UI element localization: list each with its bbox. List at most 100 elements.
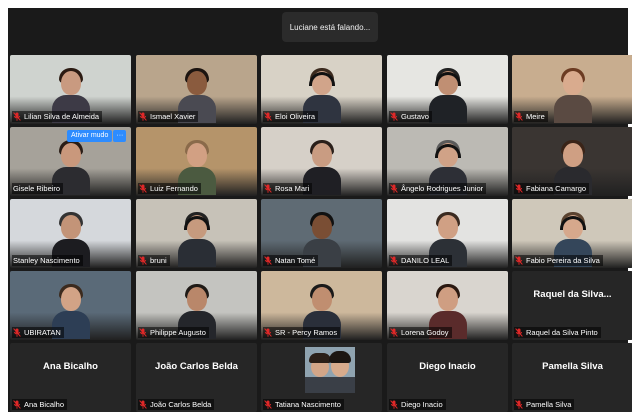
- participant-name-text: Fabio Pereira da Silva: [526, 256, 600, 265]
- participant-name-label: Philippe Augusto: [138, 327, 209, 338]
- more-options-button[interactable]: ···: [113, 130, 127, 142]
- participant-name-text: Tatiana Nascimento: [275, 400, 341, 409]
- participant-name-text: Ismael Xavier: [150, 112, 196, 121]
- participant-name-label: Natan Tomé: [263, 255, 319, 266]
- participant-tile[interactable]: DANILO LEAL: [387, 199, 508, 268]
- participant-tile[interactable]: Philippe Augusto: [136, 271, 257, 340]
- participant-tile[interactable]: Ângelo Rodrigues Junior: [387, 127, 508, 196]
- participant-tile[interactable]: UBIRATAN: [10, 271, 131, 340]
- participant-tile[interactable]: Lilian Silva de Almeida: [10, 55, 131, 124]
- participant-name-label: Meire: [514, 111, 548, 122]
- participant-name-label: Fabio Pereira da Silva: [514, 255, 603, 266]
- muted-mic-icon: [264, 400, 272, 409]
- muted-mic-icon: [515, 184, 523, 193]
- participant-display-name: Pamella Silva: [542, 361, 603, 372]
- participant-name-text: bruni: [150, 256, 167, 265]
- muted-mic-icon: [13, 112, 21, 121]
- participant-name-text: Ângelo Rodrigues Junior: [401, 184, 484, 193]
- participant-tile[interactable]: SR - Percy Ramos: [261, 271, 382, 340]
- participant-name-text: Diego Inacio: [401, 400, 443, 409]
- participant-name-text: UBIRATAN: [24, 328, 61, 337]
- participant-name-label: Stanley Nascimento: [12, 255, 83, 266]
- participant-display-name: Diego Inacio: [419, 361, 476, 372]
- muted-mic-icon: [139, 184, 147, 193]
- meeting-window: Luciane está falando... Lilian Silva de …: [8, 8, 632, 412]
- participant-tile[interactable]: Ismael Xavier: [136, 55, 257, 124]
- participant-name-label: Luiz Fernando: [138, 183, 201, 194]
- participant-tile[interactable]: Fabiana Camargo: [512, 127, 632, 196]
- participant-name-text: Luiz Fernando: [150, 184, 198, 193]
- participant-tile-no-video[interactable]: Ana Bicalho Ana Bicalho: [10, 343, 131, 412]
- muted-mic-icon: [264, 112, 272, 121]
- participant-name-text: Raquel da Silva Pinto: [526, 328, 598, 337]
- participant-name-label: Lilian Silva de Almeida: [12, 111, 103, 122]
- participant-display-name: João Carlos Belda: [155, 361, 238, 372]
- participant-tile-no-video[interactable]: João Carlos Belda João Carlos Belda: [136, 343, 257, 412]
- participant-name-label: Gustavo: [389, 111, 432, 122]
- participant-tile[interactable]: Rosa Mari: [261, 127, 382, 196]
- participant-name-text: Ana Bicalho: [24, 400, 65, 409]
- participant-name-text: Gisele Ribeiro: [13, 184, 61, 193]
- active-speaker-banner: Luciane está falando...: [282, 12, 378, 42]
- participant-name-label: Gisele Ribeiro: [12, 183, 64, 194]
- participant-name-text: Meire: [526, 112, 545, 121]
- participant-tile-no-video[interactable]: Raquel da Silva... Raquel da Silva Pinto: [512, 271, 632, 340]
- participant-name-text: Philippe Augusto: [150, 328, 206, 337]
- participant-tile[interactable]: Eloi Oliveira: [261, 55, 382, 124]
- participant-tile[interactable]: Lorena Godoy: [387, 271, 508, 340]
- participant-display-name: Ana Bicalho: [43, 361, 98, 372]
- muted-mic-icon: [515, 256, 523, 265]
- muted-mic-icon: [13, 400, 21, 409]
- participant-name-text: Stanley Nascimento: [13, 256, 80, 265]
- participant-name-label: Ângelo Rodrigues Junior: [389, 183, 487, 194]
- participant-tile-no-video[interactable]: Diego Inacio Diego Inacio: [387, 343, 508, 412]
- participant-name-text: Eloi Oliveira: [275, 112, 316, 121]
- participant-name-label: Pamella Silva: [514, 399, 575, 410]
- muted-mic-icon: [139, 328, 147, 337]
- participant-name-text: João Carlos Belda: [150, 400, 212, 409]
- participant-video: [554, 68, 592, 123]
- muted-mic-icon: [13, 328, 21, 337]
- participant-name-label: DANILO LEAL: [389, 255, 453, 266]
- participant-tile-avatar[interactable]: Tatiana Nascimento: [261, 343, 382, 412]
- participant-name-label: bruni: [138, 255, 170, 266]
- muted-mic-icon: [515, 400, 523, 409]
- muted-mic-icon: [390, 400, 398, 409]
- participant-tile-no-video[interactable]: Pamella Silva Pamella Silva: [512, 343, 632, 412]
- participant-tile[interactable]: Natan Tomé: [261, 199, 382, 268]
- participant-name-label: Diego Inacio: [389, 399, 446, 410]
- muted-mic-icon: [390, 328, 398, 337]
- participant-name-text: Rosa Mari: [275, 184, 310, 193]
- mute-popup: Ativar mudo ···: [67, 130, 127, 142]
- muted-mic-icon: [139, 400, 147, 409]
- participant-tile[interactable]: bruni: [136, 199, 257, 268]
- participant-name-label: Raquel da Silva Pinto: [514, 327, 601, 338]
- participant-name-text: SR - Percy Ramos: [275, 328, 338, 337]
- participant-name-text: Pamella Silva: [526, 400, 572, 409]
- participant-name-label: UBIRATAN: [12, 327, 64, 338]
- muted-mic-icon: [390, 184, 398, 193]
- muted-mic-icon: [390, 256, 398, 265]
- muted-mic-icon: [515, 112, 523, 121]
- participant-video: [178, 212, 216, 267]
- participant-tile[interactable]: Meire: [512, 55, 632, 124]
- participant-name-label: Lorena Godoy: [389, 327, 452, 338]
- participant-name-label: Tatiana Nascimento: [263, 399, 344, 410]
- participant-name-text: Natan Tomé: [275, 256, 316, 265]
- muted-mic-icon: [264, 256, 272, 265]
- participant-name-text: Lorena Godoy: [401, 328, 449, 337]
- muted-mic-icon: [139, 112, 147, 121]
- participant-name-text: DANILO LEAL: [401, 256, 450, 265]
- participant-tile[interactable]: Fabio Pereira da Silva: [512, 199, 632, 268]
- participant-display-name: Raquel da Silva...: [533, 289, 612, 300]
- mute-participant-button[interactable]: Ativar mudo: [67, 130, 113, 142]
- muted-mic-icon: [515, 328, 523, 337]
- muted-mic-icon: [139, 256, 147, 265]
- participant-name-label: Eloi Oliveira: [263, 111, 319, 122]
- participant-name-text: Lilian Silva de Almeida: [24, 112, 100, 121]
- participant-name-label: SR - Percy Ramos: [263, 327, 341, 338]
- participant-tile[interactable]: Luiz Fernando: [136, 127, 257, 196]
- participant-name-label: João Carlos Belda: [138, 399, 215, 410]
- participant-tile[interactable]: Gustavo: [387, 55, 508, 124]
- participant-tile[interactable]: Stanley Nascimento: [10, 199, 131, 268]
